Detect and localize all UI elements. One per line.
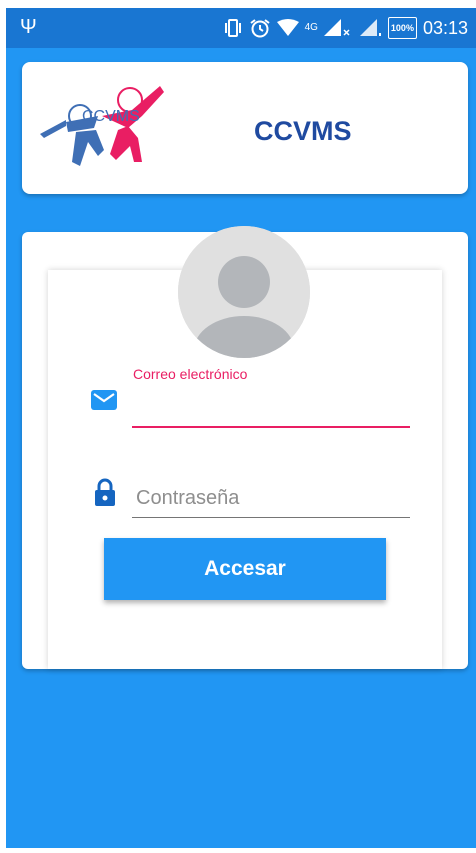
network-type-label: 4G xyxy=(304,21,318,33)
battery-icon: 100% xyxy=(387,17,417,39)
status-icons: 4G 100% 03:13 xyxy=(223,17,468,39)
vibrate-icon xyxy=(223,18,243,38)
header-card: CCVMS CCVMS xyxy=(22,62,468,194)
envelope-icon xyxy=(91,390,117,410)
lock-icon xyxy=(95,478,115,506)
app-title: CCVMS xyxy=(254,116,352,146)
password-input[interactable] xyxy=(132,480,410,518)
email-label: Correo electrónico xyxy=(133,366,248,382)
email-input[interactable] xyxy=(132,392,410,428)
device-frame: Ψ 4G 100% 03:13 CCVMS CCVMS Correo elect… xyxy=(0,0,476,853)
login-button[interactable]: Accesar xyxy=(104,538,386,600)
app-logo: CCVMS xyxy=(40,86,164,166)
login-card: Correo electrónico Accesar xyxy=(22,226,468,669)
clock: 03:13 xyxy=(422,17,468,38)
signal-icon xyxy=(323,18,354,38)
signal-icon xyxy=(359,18,382,38)
status-bar: Ψ 4G 100% 03:13 xyxy=(6,8,476,48)
logo-text: CCVMS xyxy=(82,108,140,125)
user-avatar-icon xyxy=(178,226,310,358)
app-screen: Ψ 4G 100% 03:13 CCVMS CCVMS Correo elect… xyxy=(6,8,476,848)
usb-icon: Ψ xyxy=(20,16,37,38)
alarm-icon xyxy=(249,18,271,38)
wifi-icon xyxy=(276,18,299,38)
